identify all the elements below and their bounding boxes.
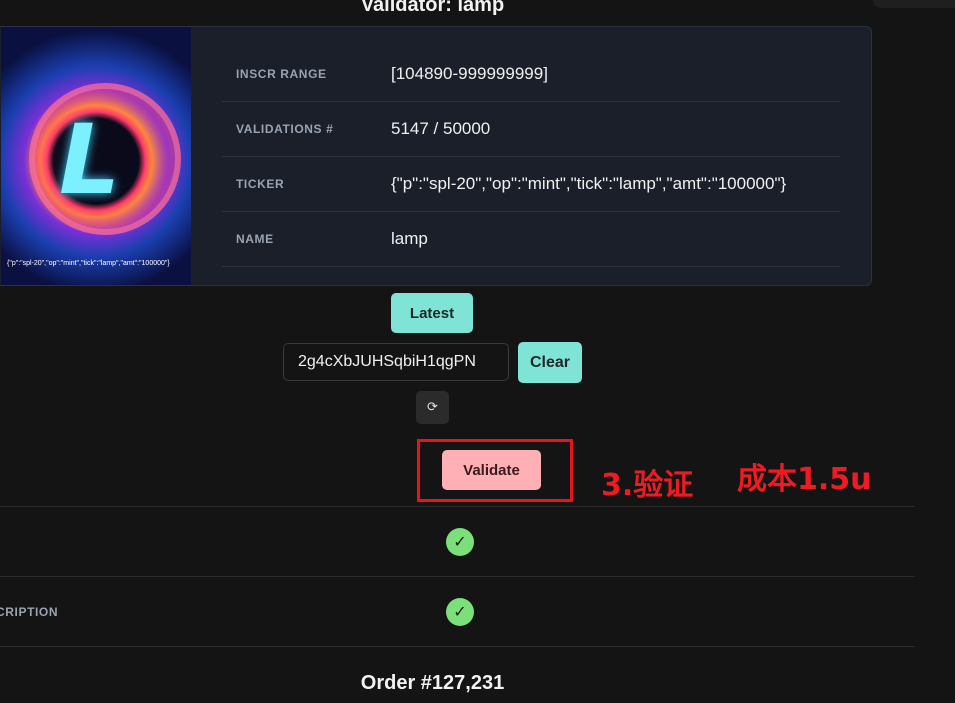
order-title: Order #127,231 (360, 672, 505, 694)
check-icon: ✓ (446, 598, 474, 626)
refresh-button[interactable]: ⟳ (416, 391, 449, 424)
info-row-inscr-range: INSCR RANGE [104890-999999999] (222, 47, 840, 102)
info-rows: INSCR RANGE [104890-999999999] VALIDATIO… (222, 47, 840, 267)
info-row-ticker: TICKER {"p":"spl-20","op":"mint","tick":… (222, 157, 840, 212)
token-info-card: L {"p":"spl-20","op":"mint","tick":"lamp… (0, 26, 872, 286)
address-input[interactable] (283, 343, 509, 381)
row-value: [104890-999999999] (391, 64, 548, 83)
row-label: NAME (236, 232, 274, 246)
token-image-caption: {"p":"spl-20","op":"mint","tick":"lamp",… (7, 260, 170, 267)
check-row: · ✓ (0, 506, 915, 577)
info-row-validations: VALIDATIONS # 5147 / 50000 (222, 102, 840, 157)
logo-letter: L (59, 104, 121, 216)
clear-button[interactable]: Clear (518, 342, 582, 383)
row-value: 5147 / 50000 (391, 119, 491, 138)
window-corner (873, 0, 955, 8)
info-row-name: NAME lamp (222, 212, 840, 267)
refresh-icon: ⟳ (427, 400, 438, 415)
annotation-cost-label: 成本1.5u (737, 462, 872, 497)
row-label: VALIDATIONS # (236, 122, 334, 136)
latest-button[interactable]: Latest (391, 293, 473, 333)
token-image: L {"p":"spl-20","op":"mint","tick":"lamp… (1, 27, 191, 285)
check-row-label: · (0, 535, 1, 549)
divider (0, 646, 915, 647)
row-label: TICKER (236, 177, 285, 191)
row-label: INSCR RANGE (236, 67, 327, 81)
row-value: lamp (391, 229, 428, 248)
row-value: {"p":"spl-20","op":"mint","tick":"lamp",… (391, 174, 787, 193)
page-title: Validator: lamp (360, 0, 505, 16)
check-icon: ✓ (446, 528, 474, 556)
validate-button[interactable]: Validate (442, 450, 541, 490)
annotation-step-label: 3.验证 (601, 468, 694, 503)
check-row-label: CRIPTION (0, 605, 59, 619)
check-row: CRIPTION ✓ (0, 576, 915, 647)
